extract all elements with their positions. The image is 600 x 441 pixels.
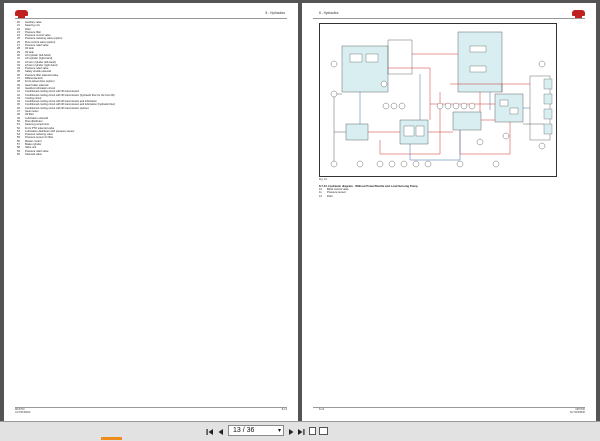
valve-symbol xyxy=(349,53,363,63)
cylinder-1 xyxy=(543,78,553,90)
page-number: 8-14 xyxy=(319,408,325,411)
auxiliary-valve-block xyxy=(457,31,503,93)
valve-symbol xyxy=(469,45,487,53)
cylinder-2 xyxy=(543,93,553,105)
skip-last-icon xyxy=(298,428,305,435)
footer-rule xyxy=(313,407,585,408)
header-rule xyxy=(15,18,287,19)
valve-symbol xyxy=(365,53,379,63)
page-footer-right: MF6700 ACT0046840 xyxy=(569,408,585,415)
document-page-left: 8 - Hydraulics 20 Auxiliary valve 21 Steeri… xyxy=(4,3,298,421)
cylinder-3 xyxy=(543,108,553,120)
next-page-button[interactable] xyxy=(286,426,296,437)
brand-logo xyxy=(572,10,585,18)
page-indicator: 13 / 36 xyxy=(233,427,255,434)
page-header-title: 8 - Hydraulics xyxy=(265,11,286,15)
hydraulic-diagram-svg xyxy=(330,31,553,168)
legend-item: 12 Filter xyxy=(319,195,349,198)
page-header-title: 8 - Hydraulics xyxy=(319,11,339,15)
page-footer-left: MF6700 ACT0046840 xyxy=(15,408,31,415)
chevron-down-icon: ▾ xyxy=(277,428,281,434)
legend-item: 60 Solenoid valve xyxy=(17,153,115,156)
previous-icon xyxy=(218,428,223,435)
diagram-legend-list: 20 Auxiliary valve 21 Steering unit 22 Filter… xyxy=(17,21,115,156)
distributor-block xyxy=(452,111,482,131)
legend-item-number: 60 xyxy=(17,152,20,156)
page-number-select[interactable]: 13 / 36 ▾ xyxy=(228,425,284,436)
valve-symbol xyxy=(469,65,487,73)
cylinder-4 xyxy=(543,123,553,135)
two-page-view-icon[interactable] xyxy=(319,427,328,435)
section-legend-list: 10 Block control valve 11 Pressure sensor 12… xyxy=(319,188,349,198)
hydraulic-diagram xyxy=(319,23,557,177)
valve-symbol xyxy=(509,107,519,115)
figure-caption: Fig. 10 xyxy=(319,178,327,181)
previous-page-button[interactable] xyxy=(216,426,226,437)
legend-item-text: Filter xyxy=(327,194,333,198)
filter-symbol xyxy=(403,125,415,137)
pump-block xyxy=(345,123,369,141)
next-icon xyxy=(289,428,294,435)
control-valve-box xyxy=(387,39,413,75)
single-page-view-icon[interactable] xyxy=(309,427,316,435)
footer-rule xyxy=(15,407,287,408)
last-page-button[interactable] xyxy=(296,426,306,437)
first-page-button[interactable] xyxy=(205,426,215,437)
document-page-right: 8 - Hydraulics Fig. 10 8.7.13. Hydraulic… xyxy=(302,3,596,421)
valve-symbol xyxy=(499,99,509,107)
page-number: 8-13 xyxy=(281,408,287,411)
brand-logo xyxy=(15,10,28,18)
skip-first-icon xyxy=(206,428,213,435)
header-rule xyxy=(313,18,585,19)
legend-item-text: Solenoid valve xyxy=(25,152,42,156)
filter-symbol xyxy=(415,125,425,137)
pdf-navigation-toolbar: 13 / 36 ▾ xyxy=(0,421,600,441)
steering-block xyxy=(494,93,524,123)
legend-item-number: 12 xyxy=(319,194,322,198)
